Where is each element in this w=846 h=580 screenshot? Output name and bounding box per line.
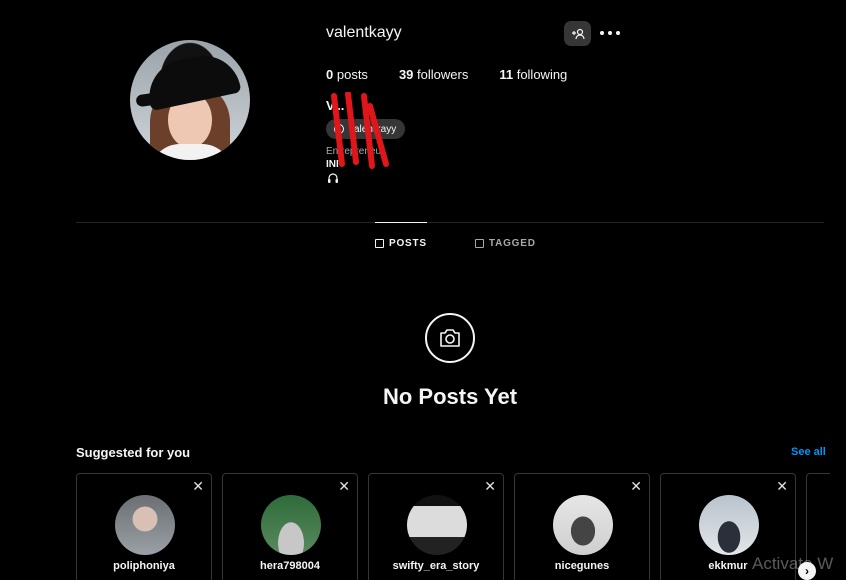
more-dot	[600, 31, 604, 35]
camera-icon	[425, 313, 475, 363]
suggestion-avatar[interactable]	[261, 495, 321, 555]
profile-stats: 0 posts 39 followers 11 following	[326, 67, 598, 82]
more-dot	[616, 31, 620, 35]
suggestion-avatar[interactable]	[407, 495, 467, 555]
profile-avatar[interactable]	[130, 40, 250, 160]
following-label: following	[516, 67, 568, 82]
profile-bio-line: INI	[326, 159, 339, 170]
suggestion-username[interactable]: hera798004	[223, 560, 357, 572]
tab-posts-label: POSTS	[389, 238, 427, 249]
threads-icon	[334, 124, 344, 134]
suggestion-username[interactable]: nicegunes	[515, 560, 649, 572]
suggestion-avatar[interactable]	[115, 495, 175, 555]
tab-posts[interactable]: POSTS	[375, 222, 427, 249]
close-icon[interactable]: ✕	[776, 478, 788, 495]
close-icon[interactable]: ✕	[338, 478, 350, 495]
profile-header: valentkayy 0 posts 39 followers 11 follo…	[0, 0, 846, 222]
suggestion-card[interactable]: ✕ poliphoniya	[76, 473, 212, 580]
profile-username: valentkayy	[326, 24, 402, 41]
tab-tagged-label: TAGGED	[488, 237, 536, 249]
more-options-button[interactable]	[600, 23, 620, 43]
followers-stat[interactable]: 39 followers	[399, 67, 468, 82]
suggestion-username[interactable]: poliphoniya	[77, 560, 211, 572]
threads-handle: valentkayy	[349, 123, 397, 135]
close-icon[interactable]: ✕	[630, 478, 642, 495]
followers-count: 39	[398, 67, 414, 82]
suggestion-avatar[interactable]	[699, 495, 759, 555]
close-icon[interactable]: ✕	[192, 478, 204, 495]
tab-tagged[interactable]: TAGGED	[474, 222, 536, 249]
threads-badge[interactable]: valentkayy	[326, 119, 406, 139]
suggestion-card[interactable]: ✕ swifty_era_story	[368, 473, 504, 580]
follow-suggest-button[interactable]	[564, 21, 591, 46]
close-icon[interactable]: ✕	[484, 478, 496, 495]
followers-label: followers	[417, 67, 469, 82]
following-stat[interactable]: 11 following	[499, 67, 567, 82]
profile-category: Entrepreneur	[326, 146, 385, 157]
grid-icon	[375, 239, 384, 248]
suggestion-card[interactable]: ✕ nicegunes	[514, 473, 650, 580]
profile-tabs: POSTS TAGGED	[375, 222, 536, 249]
suggestion-username[interactable]: swifty_era_story	[369, 560, 503, 572]
suggestion-card[interactable]: ✕ hera798004	[222, 473, 358, 580]
no-posts-title: No Posts Yet	[382, 384, 518, 409]
following-count: 11	[499, 67, 514, 82]
posts-count: 0	[326, 67, 334, 82]
posts-label: posts	[336, 67, 368, 82]
suggested-cards: ✕ poliphoniya ✕ hera798004 ✕ swifty_era_…	[76, 473, 830, 580]
activate-windows-watermark: Activate W	[752, 554, 834, 573]
add-person-icon	[571, 28, 585, 39]
chevron-right-icon[interactable]: ›	[798, 562, 816, 580]
suggested-title: Suggested for you	[76, 445, 191, 460]
headphones-icon	[328, 173, 338, 183]
tag-icon	[474, 238, 484, 248]
camera-glyph	[440, 329, 460, 347]
see-all-link[interactable]: See all	[791, 446, 826, 458]
posts-stat: 0 posts	[326, 67, 368, 82]
suggestion-avatar[interactable]	[553, 495, 613, 555]
profile-full-name: V... I	[326, 98, 352, 113]
more-dot	[608, 31, 612, 35]
